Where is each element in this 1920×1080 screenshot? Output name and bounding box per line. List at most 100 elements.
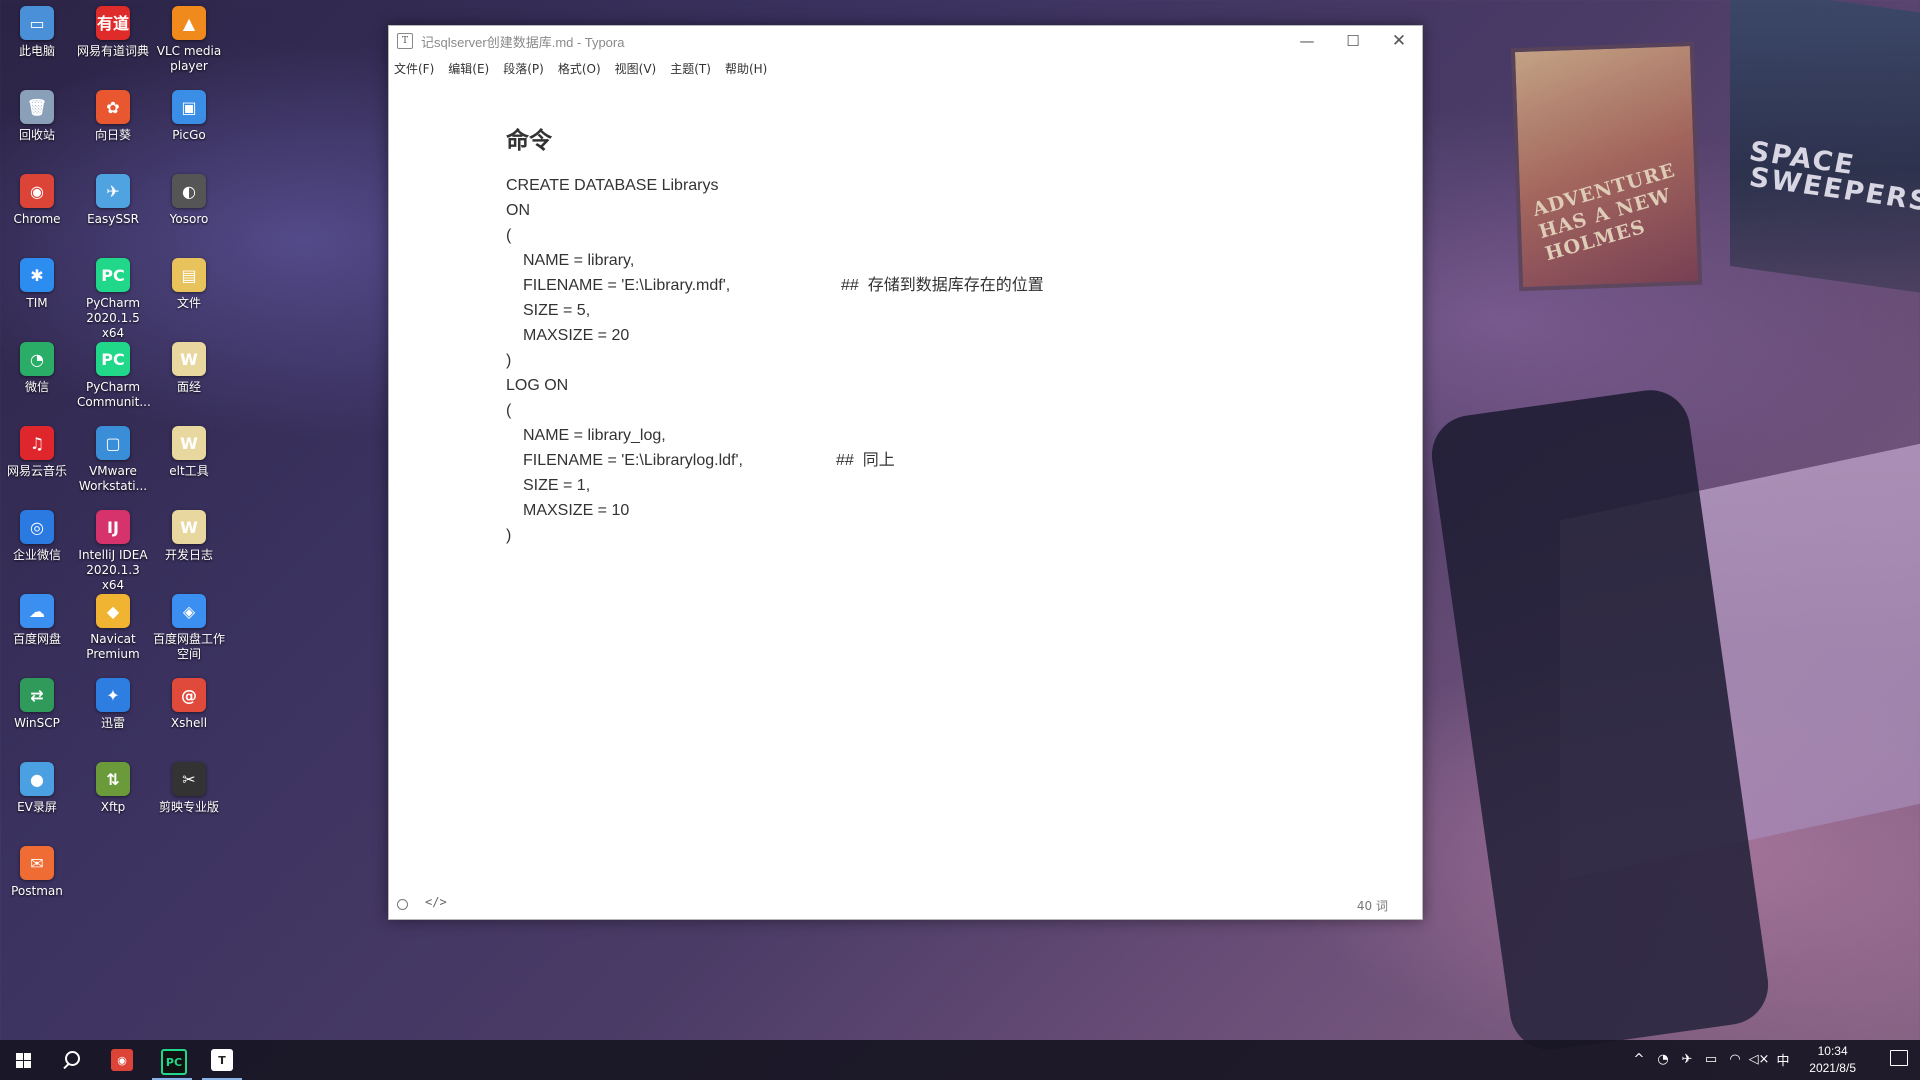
desktop-shortcut[interactable]: ● EV录屏 <box>1 762 73 815</box>
telegram-tray-icon[interactable]: ✈ <box>1678 1050 1696 1068</box>
battery-icon[interactable]: ▭ <box>1702 1050 1720 1068</box>
menu-paragraph[interactable]: 段落(P) <box>503 60 544 77</box>
menu-bar: 文件(F) 编辑(E) 段落(P) 格式(O) 视图(V) 主题(T) 帮助(H… <box>389 56 1422 80</box>
word-count[interactable]: 40 词 <box>1357 897 1388 914</box>
notification-center-icon[interactable] <box>1890 1050 1908 1066</box>
line-text: CREATE DATABASE Librarys <box>506 177 719 194</box>
sidebar-toggle-icon[interactable] <box>397 899 408 910</box>
wallpaper-poster-right: SPACE SWEEPERS <box>1730 0 1920 295</box>
desktop-shortcut[interactable]: Welt工具 <box>153 426 225 479</box>
xshell-icon: @ <box>172 678 206 712</box>
title-bar[interactable]: T 记sqlserver创建数据库.md - Typora — ☐ ✕ <box>389 26 1422 56</box>
desktop-shortcut[interactable]: ♫ 网易云音乐 <box>1 426 73 479</box>
menu-view[interactable]: 视图(V) <box>615 60 657 77</box>
desktop-shortcut[interactable]: ▭ 此电脑 <box>1 6 73 59</box>
picgo-icon: ▣ <box>172 90 206 124</box>
desktop-shortcut[interactable]: ▲ VLC media player <box>153 6 225 74</box>
menu-format[interactable]: 格式(O) <box>558 60 601 77</box>
desktop-shortcut[interactable]: ✈ EasySSR <box>77 174 149 227</box>
wifi-icon[interactable]: ◠ <box>1726 1050 1744 1068</box>
document-icon: W <box>172 426 206 460</box>
desktop-shortcut-label: 网易有道词典 <box>77 44 150 58</box>
chrome-icon: ◉ <box>111 1049 133 1071</box>
desktop-shortcut[interactable]: ✂ 剪映专业版 <box>153 762 225 815</box>
taskbar-app-chrome[interactable]: ◉ <box>98 1040 146 1080</box>
document-line[interactable]: NAME = library, <box>506 248 1392 273</box>
desktop-shortcut[interactable]: ◔ 微信 <box>1 342 73 395</box>
volume-muted-icon[interactable]: ◁× <box>1749 1050 1770 1068</box>
desktop-shortcut[interactable]: W 面经 <box>153 342 225 395</box>
youdao-icon: 有道 <box>96 6 130 40</box>
desktop-shortcut[interactable]: @ Xshell <box>153 678 225 731</box>
desktop-shortcut[interactable]: ▤ 文件 <box>153 258 225 311</box>
line-text: ( <box>506 227 512 244</box>
wechat-tray-icon[interactable]: ◔ <box>1654 1050 1672 1068</box>
document-icon: W <box>172 342 206 376</box>
document-line[interactable]: FILENAME = 'E:\Library.mdf', ## 存储到数据库存在的… <box>506 273 1392 298</box>
document-line[interactable]: MAXSIZE = 20 <box>506 323 1392 348</box>
baidu-pan-icon: ☁ <box>20 594 54 628</box>
desktop-shortcut[interactable]: ☁ 百度网盘 <box>1 594 73 647</box>
desktop-shortcut[interactable]: PC PyCharm Communit... <box>77 342 151 410</box>
menu-help[interactable]: 帮助(H) <box>725 60 767 77</box>
desktop-shortcut[interactable]: W 开发日志 <box>153 510 225 563</box>
start-button[interactable] <box>0 1040 46 1080</box>
close-button[interactable]: ✕ <box>1376 26 1422 56</box>
windows-logo-icon <box>16 1053 31 1068</box>
desktop-shortcut[interactable]: ◈ 百度网盘工作空间 <box>153 594 225 662</box>
document-body[interactable]: CREATE DATABASE Librarys ON ( NAME = librar… <box>506 173 1392 548</box>
menu-theme[interactable]: 主题(T) <box>670 60 711 77</box>
document-line[interactable]: ( <box>506 398 1392 423</box>
document-line[interactable]: ( <box>506 223 1392 248</box>
input-method-icon[interactable]: 中 <box>1774 1050 1792 1069</box>
minimize-button[interactable]: — <box>1284 26 1330 56</box>
maximize-button[interactable]: ☐ <box>1330 26 1376 56</box>
desktop-shortcut[interactable]: ▣ PicGo <box>153 90 225 143</box>
document-line[interactable]: SIZE = 5, <box>506 298 1392 323</box>
document-line[interactable]: NAME = library_log, <box>506 423 1392 448</box>
desktop-shortcut[interactable]: 有道 网易有道词典 <box>77 6 149 59</box>
search-button[interactable] <box>48 1040 96 1080</box>
desktop-shortcut[interactable]: ◆ Navicat Premium <box>77 594 149 662</box>
document-line[interactable]: ) <box>506 348 1392 373</box>
document-heading[interactable]: 命令 <box>506 121 1392 155</box>
desktop-shortcut[interactable]: ✦ 迅雷 <box>77 678 149 731</box>
document-line[interactable]: MAXSIZE = 10 <box>506 498 1392 523</box>
ev-recorder-icon: ● <box>20 762 54 796</box>
source-code-mode-icon[interactable]: </> <box>425 895 447 909</box>
desktop-shortcut[interactable]: ◎ 企业微信 <box>1 510 73 563</box>
desktop-shortcut[interactable]: ◐ Yosoro <box>153 174 225 227</box>
desktop-shortcut-label: Xftp <box>100 800 126 814</box>
desktop-shortcut[interactable]: PC PyCharm 2020.1.5 x64 <box>77 258 149 341</box>
desktop-shortcut-label: 迅雷 <box>100 716 125 730</box>
desktop-shortcut[interactable]: 🗑 回收站 <box>1 90 73 143</box>
baidu-workspace-icon: ◈ <box>172 594 206 628</box>
menu-file[interactable]: 文件(F) <box>394 60 434 77</box>
sunflower-icon: ✿ <box>96 90 130 124</box>
desktop-shortcut-label: 此电脑 <box>18 44 55 58</box>
document-line[interactable]: SIZE = 1, <box>506 473 1392 498</box>
jianying-icon: ✂ <box>172 762 206 796</box>
document-line[interactable]: LOG ON <box>506 373 1392 398</box>
desktop-shortcut[interactable]: ◉ Chrome <box>1 174 73 227</box>
line-text: ( <box>506 402 512 419</box>
desktop-shortcut[interactable]: ⇅ Xftp <box>77 762 149 815</box>
desktop-shortcut[interactable]: ✿ 向日葵 <box>77 90 149 143</box>
show-hidden-icons-chevron[interactable]: ^ <box>1630 1050 1648 1068</box>
taskbar-clock[interactable]: 10:34 2021/8/5 <box>1809 1043 1856 1077</box>
document-line[interactable]: ) <box>506 523 1392 548</box>
desktop-shortcut[interactable]: ✱ TIM <box>1 258 73 311</box>
menu-edit[interactable]: 编辑(E) <box>448 60 489 77</box>
line-text: MAXSIZE = 20 <box>523 327 630 344</box>
desktop-shortcut-label: EasySSR <box>87 212 139 226</box>
desktop-shortcut[interactable]: ✉ Postman <box>1 846 73 899</box>
desktop-shortcut[interactable]: ▢ VMware Workstati... <box>77 426 149 494</box>
document-line[interactable]: FILENAME = 'E:\Librarylog.ldf', ## 同上 <box>506 448 1392 473</box>
desktop-shortcut[interactable]: ⇄ WinSCP <box>1 678 73 731</box>
document-line[interactable]: CREATE DATABASE Librarys <box>506 173 1392 198</box>
editor-area[interactable]: 命令 CREATE DATABASE Librarys ON ( NAME = lib… <box>506 121 1392 548</box>
taskbar-app-pycharm[interactable]: PC <box>148 1040 196 1080</box>
taskbar-app-typora[interactable]: T <box>198 1040 246 1080</box>
desktop-shortcut[interactable]: IJ IntelliJ IDEA 2020.1.3 x64 <box>77 510 149 593</box>
document-line[interactable]: ON <box>506 198 1392 223</box>
